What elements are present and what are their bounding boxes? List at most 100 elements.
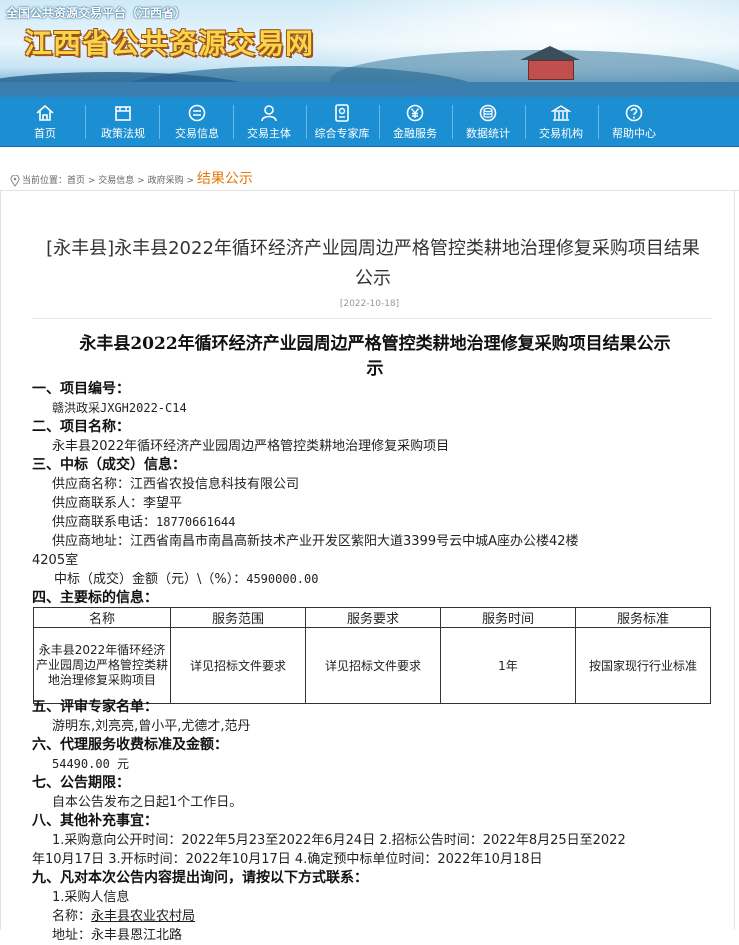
- article-title: [永丰县]永丰县2022年循环经济产业园周边严格管控类耕地治理修复采购项目结果 …: [28, 234, 718, 294]
- publish-date: [2022-10-18]: [339, 299, 400, 309]
- section-heading: 五、评审专家名单：: [32, 699, 158, 715]
- section-heading: 二、项目名称：: [32, 419, 130, 435]
- section-heading: 九、凡对本次公告内容提出询问，请按以下方式联系：: [32, 870, 368, 886]
- buyer-name-label: 名称：: [52, 909, 92, 924]
- nav-label: 交易机构: [539, 127, 583, 140]
- buyer-name-value: 永丰县农业农村局: [91, 909, 196, 924]
- nav-label: 金融服务: [393, 127, 437, 140]
- supplier-address-cont: 4205室: [32, 553, 79, 568]
- nav-divider: [85, 105, 86, 139]
- document-title: 永丰县2022年循环经济产业园周边严格管控类耕地治理修复采购项目结果公示 示: [30, 332, 720, 382]
- folder-icon: [115, 106, 131, 121]
- nav-label: 首页: [34, 127, 56, 140]
- nav-label: 帮助中心: [612, 127, 656, 140]
- breadcrumb-separator: >: [183, 176, 197, 186]
- site-logo-title[interactable]: 江西省公共资源交易网: [24, 22, 314, 62]
- award-amount-value: 4590000.00: [246, 572, 319, 586]
- banner-water: [0, 82, 739, 97]
- section-project-no: 一、项目编号： 赣洪政采JXGH2022-C14 二、项目名称： 永丰县2022…: [32, 380, 722, 608]
- nav-item-finance[interactable]: 金融服务: [379, 97, 451, 146]
- section-heading: 三、中标（成交）信息：: [32, 457, 186, 473]
- table-cell-scope: 详见招标文件要求: [170, 627, 306, 704]
- main-nav: 首页 政策法规 交易信息 交易主体 综合专家库 金融服务 数据统计 交易机构 帮…: [0, 97, 739, 147]
- project-name: 永丰县2022年循环经济产业园周边严格管控类耕地治理修复采购项目: [52, 439, 450, 454]
- section-heading: 七、公告期限：: [32, 775, 130, 791]
- home-icon: [36, 104, 54, 121]
- table-cell-standard: 按国家现行行业标准: [575, 627, 711, 704]
- breadcrumb-prefix: 当前位置：: [22, 176, 68, 186]
- nav-label: 政策法规: [101, 127, 145, 140]
- list-icon: [188, 104, 206, 122]
- pavilion-body: [528, 60, 574, 80]
- divider: [0, 190, 739, 191]
- table-header-cell: 服务要求: [305, 607, 441, 628]
- subject-table: 名称 服务范围 服务要求 服务时间 服务标准 永丰县2022年循环经济产业园周边…: [33, 607, 711, 704]
- table-cell-requirement: 详见招标文件要求: [305, 627, 441, 704]
- document-title-line: 永丰县2022年循环经济产业园周边严格管控类耕地治理修复采购项目结果公示: [79, 334, 671, 354]
- nav-label: 综合专家库: [314, 127, 370, 140]
- nav-label: 交易主体: [247, 127, 291, 140]
- breadcrumb-link-trade-info[interactable]: 交易信息: [98, 176, 134, 186]
- database-icon: [479, 104, 497, 122]
- nav-divider: [159, 105, 160, 139]
- supplier-contact: 供应商联系人：李望平: [52, 496, 183, 511]
- supplier-address: 供应商地址：江西省南昌市南昌高新技术产业开发区紫阳大道3399号云中城A座办公楼…: [52, 534, 579, 549]
- table-row: 永丰县2022年循环经济产业园周边严格管控类耕地治理修复采购项目 详见招标文件要…: [33, 627, 711, 704]
- supplier-name: 供应商名称：江西省农投信息科技有限公司: [52, 477, 300, 492]
- supplier-phone-value: 18770661644: [156, 515, 236, 529]
- article-title-line: 公示: [355, 268, 391, 289]
- table-cell-name: 永丰县2022年循环经济产业园周边严格管控类耕地治理修复采购项目: [33, 627, 171, 704]
- breadcrumb-separator: >: [85, 176, 99, 186]
- breadcrumb: 当前位置：首页 > 交易信息 > 政府采购 > 结果公示: [10, 168, 253, 188]
- help-icon: [625, 104, 643, 122]
- section-rest: 五、评审专家名单： 游明东,刘亮亮,曾小平,尤德才,范丹 六、代理服务收费标准及…: [32, 698, 722, 945]
- buyer-name: 名称：永丰县农业农村局: [32, 907, 722, 926]
- breadcrumb-link-home[interactable]: 首页: [67, 176, 85, 186]
- breadcrumb-link-gov-procurement[interactable]: 政府采购: [148, 176, 184, 186]
- breadcrumb-current: 结果公示: [196, 171, 253, 187]
- user-icon: [261, 105, 277, 122]
- nav-item-expert-db[interactable]: 综合专家库: [306, 97, 378, 146]
- table-header-cell: 服务标准: [575, 607, 711, 628]
- table-header-cell: 名称: [33, 607, 171, 628]
- nav-item-trade-entity[interactable]: 交易主体: [233, 97, 305, 146]
- pavilion-roof: [520, 46, 580, 60]
- pavilion-illustration: [520, 46, 580, 80]
- article-title-line: [永丰县]永丰县2022年循环经济产业园周边严格管控类耕地治理修复采购项目结果: [46, 238, 700, 259]
- buyer-address: 地址：永丰县恩江北路: [52, 928, 183, 943]
- other-matters-cont: 年10月17日 3.开标时间：2022年10月17日 4.确定预中标单位时间：2…: [32, 852, 543, 867]
- section-heading: 一、项目编号：: [32, 381, 130, 397]
- nav-item-institution[interactable]: 交易机构: [525, 97, 597, 146]
- award-amount-label: 中标（成交）金额（元）\（%）：: [54, 572, 247, 587]
- buyer-heading: 1.采购人信息: [52, 890, 130, 905]
- other-matters: 1.采购意向公开时间：2022年5月23至2022年6月24日 2.招标公告时间…: [52, 833, 626, 848]
- document-title-line: 示: [366, 359, 384, 379]
- nav-item-statistics[interactable]: 数据统计: [452, 97, 524, 146]
- supplier-phone-label: 供应商联系电话：: [52, 515, 157, 530]
- site-banner: 全国公共资源交易平台（江西省） 江西省公共资源交易网: [0, 0, 739, 97]
- notice-period: 自本公告发布之日起1个工作日。: [52, 795, 243, 810]
- supplier-phone: 供应商联系电话：18770661644: [32, 513, 722, 532]
- award-amount: 中标（成交）金额（元）\（%）：4590000.00: [32, 570, 722, 589]
- nav-item-home[interactable]: 首页: [9, 97, 81, 146]
- platform-name[interactable]: 全国公共资源交易平台（江西省）: [6, 4, 186, 21]
- location-pin-icon: [10, 174, 20, 187]
- nav-label: 交易信息: [175, 127, 219, 140]
- table-header-cell: 服务范围: [170, 607, 306, 628]
- id-card-icon: [335, 104, 349, 122]
- nav-item-policy[interactable]: 政策法规: [87, 97, 159, 146]
- section-heading: 六、代理服务收费标准及金额：: [32, 737, 228, 753]
- yen-icon: [406, 104, 424, 122]
- nav-item-help[interactable]: 帮助中心: [598, 97, 670, 146]
- divider: [32, 318, 712, 319]
- table-header-cell: 服务时间: [440, 607, 576, 628]
- agency-fee: 54490.00 元: [52, 757, 130, 771]
- breadcrumb-separator: >: [134, 176, 148, 186]
- building-icon: [551, 105, 571, 121]
- nav-item-trade-info[interactable]: 交易信息: [161, 97, 233, 146]
- table-header-row: 名称 服务范围 服务要求 服务时间 服务标准: [33, 607, 711, 628]
- section-heading: 八、其他补充事宜：: [32, 813, 158, 829]
- table-cell-duration: 1年: [440, 627, 576, 704]
- nav-label: 数据统计: [466, 127, 510, 140]
- section-heading: 四、主要标的信息：: [32, 590, 158, 606]
